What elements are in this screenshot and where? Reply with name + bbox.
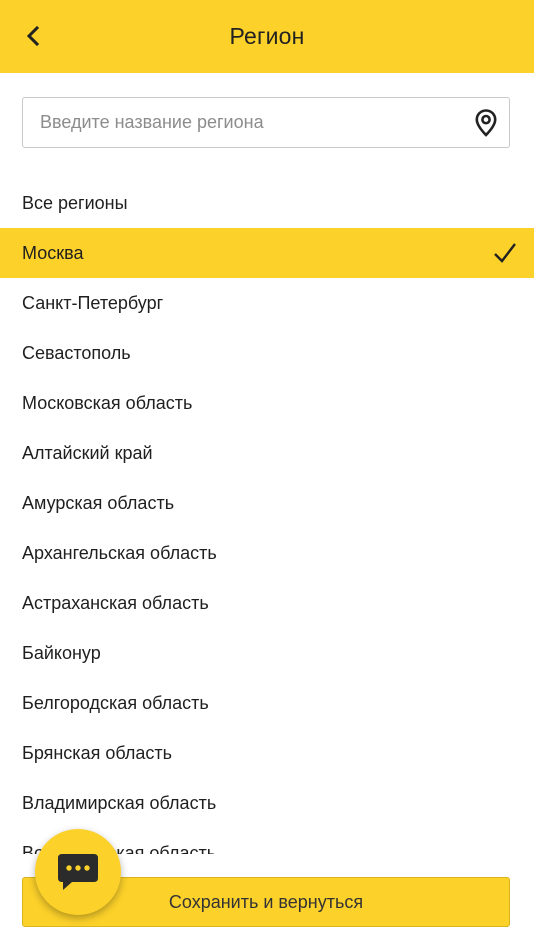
region-item-label: Алтайский край xyxy=(22,442,153,463)
region-item[interactable]: Брянская область xyxy=(0,728,534,778)
region-item-label: Севастополь xyxy=(22,342,131,363)
region-item-label: Архангельская область xyxy=(22,542,217,563)
region-item[interactable]: Амурская область xyxy=(0,478,534,528)
region-item-label: Московская область xyxy=(22,392,193,413)
region-item[interactable]: Белгородская область xyxy=(0,678,534,728)
chat-button[interactable] xyxy=(35,829,121,915)
region-item[interactable]: Московская область xyxy=(0,378,534,428)
region-item[interactable]: Архангельская область xyxy=(0,528,534,578)
region-item-label: Брянская область xyxy=(22,742,172,763)
back-button[interactable] xyxy=(16,18,52,54)
region-item-label: Байконур xyxy=(22,642,101,663)
region-item-label: Астраханская область xyxy=(22,592,209,613)
region-item[interactable]: Астраханская область xyxy=(0,578,534,628)
region-search-input[interactable] xyxy=(23,98,463,147)
region-item-label: Санкт-Петербург xyxy=(22,292,164,313)
region-item-label: Белгородская область xyxy=(22,692,209,713)
page-title: Регион xyxy=(229,23,305,49)
region-item-label: Владимирская область xyxy=(22,792,217,813)
region-item[interactable]: Санкт-Петербург xyxy=(0,278,534,328)
checkmark-icon xyxy=(494,243,516,263)
app-header: Регион xyxy=(0,0,534,73)
region-search-field xyxy=(22,97,510,148)
region-item[interactable]: Байконур xyxy=(0,628,534,678)
region-item-label: Амурская область xyxy=(22,492,175,513)
region-item-label: Все регионы xyxy=(22,192,128,213)
region-item[interactable]: Владимирская область xyxy=(0,778,534,828)
map-pin-icon xyxy=(475,109,497,137)
region-item[interactable]: Все регионы xyxy=(0,178,534,228)
region-item[interactable]: Москва xyxy=(0,228,534,278)
region-item-label: Москва xyxy=(22,242,84,263)
region-list: Все регионы Москва Санкт-Петербург Севастоп… xyxy=(0,178,534,854)
region-item[interactable]: Севастополь xyxy=(0,328,534,378)
region-screen: Регион Все регионы Москва Санкт-Петербург С… xyxy=(0,0,534,950)
region-item[interactable]: Алтайский край xyxy=(0,428,534,478)
chat-bubble-icon xyxy=(58,854,98,890)
chevron-left-icon xyxy=(26,25,40,47)
location-button[interactable] xyxy=(471,108,501,138)
